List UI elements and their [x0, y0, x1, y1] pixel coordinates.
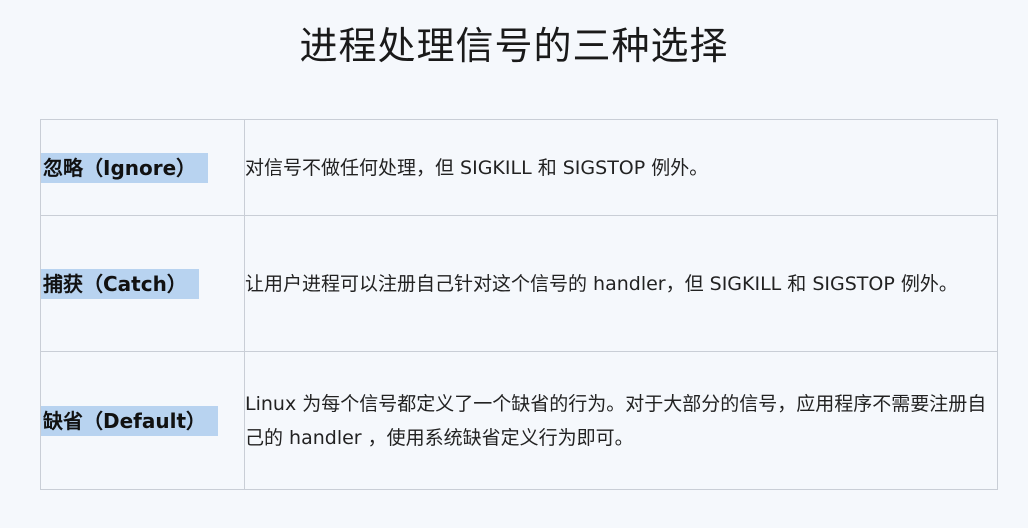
page-title: 进程处理信号的三种选择: [299, 24, 729, 68]
choice-name-default: 缺省（Default）: [41, 405, 219, 436]
choice-name-catch: 捕获（Catch）: [41, 268, 199, 299]
choice-name-cell: 忽略（Ignore）: [40, 119, 245, 216]
choice-description-default: Linux 为每个信号都定义了一个缺省的行为。对于大部分的信号，应用程序不需要注…: [244, 351, 998, 490]
table-row: 缺省（Default） Linux 为每个信号都定义了一个缺省的行为。对于大部分…: [40, 351, 998, 490]
choice-name-ignore: 忽略（Ignore）: [41, 152, 209, 183]
choice-description-ignore: 对信号不做任何处理，但 SIGKILL 和 SIGSTOP 例外。: [244, 119, 998, 216]
signal-choices-table: 忽略（Ignore） 对信号不做任何处理，但 SIGKILL 和 SIGSTOP…: [40, 119, 998, 490]
table-row: 忽略（Ignore） 对信号不做任何处理，但 SIGKILL 和 SIGSTOP…: [40, 119, 998, 216]
choice-name-cell: 缺省（Default）: [40, 351, 245, 490]
choice-name-cell: 捕获（Catch）: [40, 215, 245, 352]
choice-description-catch: 让用户进程可以注册自己针对这个信号的 handler，但 SIGKILL 和 S…: [244, 215, 998, 352]
table-row: 捕获（Catch） 让用户进程可以注册自己针对这个信号的 handler，但 S…: [40, 215, 998, 352]
